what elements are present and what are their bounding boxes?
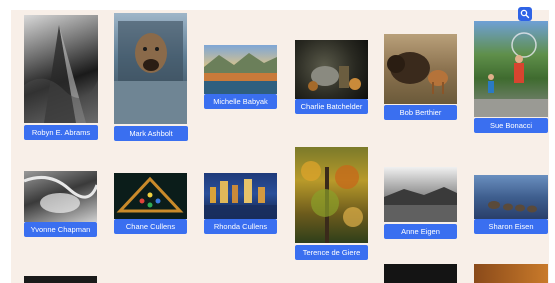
- photo-partial[interactable]: [384, 264, 457, 283]
- photographer-label[interactable]: Anne Eigen: [384, 224, 457, 239]
- search-button[interactable]: [518, 7, 532, 21]
- photographer-label[interactable]: Sue Bonacci: [474, 118, 548, 133]
- photo-partial[interactable]: [474, 264, 548, 283]
- photo-sharon-eisen[interactable]: [474, 175, 548, 219]
- photo-partial[interactable]: [24, 276, 97, 283]
- photo-anne-eigen[interactable]: [384, 167, 457, 222]
- photographer-label[interactable]: Sharon Eisen: [474, 219, 548, 234]
- photo-charlie-batchelder[interactable]: [295, 40, 368, 99]
- photographer-label[interactable]: Mark Ashbolt: [114, 126, 188, 141]
- photographer-label[interactable]: Rhonda Cullens: [204, 219, 277, 234]
- photographer-label[interactable]: Charlie Batchelder: [295, 99, 368, 114]
- photo-bob-berthier[interactable]: [384, 34, 457, 104]
- photographer-label[interactable]: Michelle Babyak: [204, 94, 277, 109]
- photographer-label[interactable]: Yvonne Chapman: [24, 222, 97, 237]
- photo-sue-bonacci[interactable]: [474, 21, 548, 117]
- photo-yvonne-chapman[interactable]: [24, 171, 97, 222]
- photo-michelle-babyak[interactable]: [204, 45, 277, 94]
- photographer-label[interactable]: Robyn E. Abrams: [24, 125, 98, 140]
- search-icon: [520, 9, 530, 19]
- photo-rhonda-cullens[interactable]: [204, 173, 277, 219]
- photographer-label[interactable]: Bob Berthier: [384, 105, 457, 120]
- photo-robyn-abrams[interactable]: [24, 15, 98, 123]
- photo-mark-ashbolt[interactable]: [114, 13, 187, 124]
- photographer-label[interactable]: Terence de Giere: [295, 245, 368, 260]
- photographer-label[interactable]: Chane Cullens: [114, 219, 187, 234]
- photo-terence-de-giere[interactable]: [295, 147, 368, 243]
- photo-chane-cullens[interactable]: [114, 173, 187, 219]
